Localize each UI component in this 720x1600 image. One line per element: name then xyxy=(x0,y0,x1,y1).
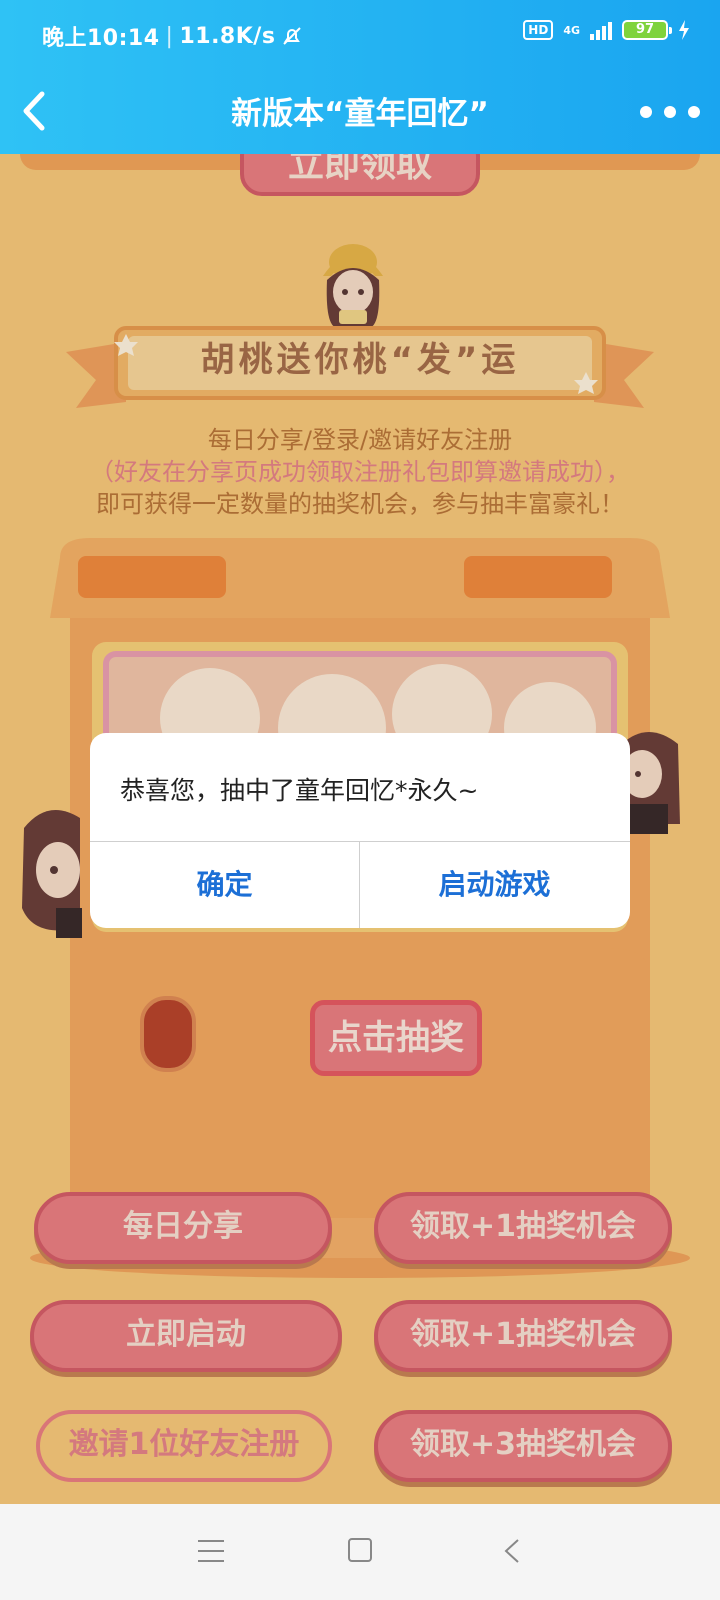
launch-game-button[interactable]: 启动游戏 xyxy=(360,842,629,928)
battery-level: 97 xyxy=(635,22,655,37)
battery-icon: 97 xyxy=(622,20,672,40)
charging-icon xyxy=(679,20,689,40)
dialog-message: 恭喜您，抽中了童年回忆*永久~ xyxy=(120,776,479,805)
nav-back-icon[interactable] xyxy=(500,1536,524,1566)
prize-dialog: 恭喜您，抽中了童年回忆*永久~ 确定 启动游戏 xyxy=(90,733,630,928)
system-nav-bar xyxy=(0,1504,720,1600)
title-bar: 新版本“童年回忆” xyxy=(0,68,720,154)
signal-icon xyxy=(590,20,612,40)
network-type: 4G xyxy=(563,23,580,37)
page-title: 新版本“童年回忆” xyxy=(231,96,489,132)
more-menu-icon[interactable] xyxy=(640,92,700,132)
muted-bell-icon xyxy=(283,27,302,45)
recent-apps-icon[interactable] xyxy=(198,1540,224,1562)
status-time: 晚上10:14 xyxy=(42,26,160,51)
status-right: HD 4G 97 xyxy=(523,20,690,40)
confirm-button[interactable]: 确定 xyxy=(90,842,359,928)
status-divider: | xyxy=(165,23,174,49)
status-bar: 晚上10:14 | 11.8K/s HD 4G 97 xyxy=(0,0,720,68)
home-icon[interactable] xyxy=(348,1538,372,1562)
status-left: 晚上10:14 | 11.8K/s xyxy=(42,20,303,52)
status-speed: 11.8K/s xyxy=(179,23,276,49)
hd-badge: HD xyxy=(523,20,554,40)
